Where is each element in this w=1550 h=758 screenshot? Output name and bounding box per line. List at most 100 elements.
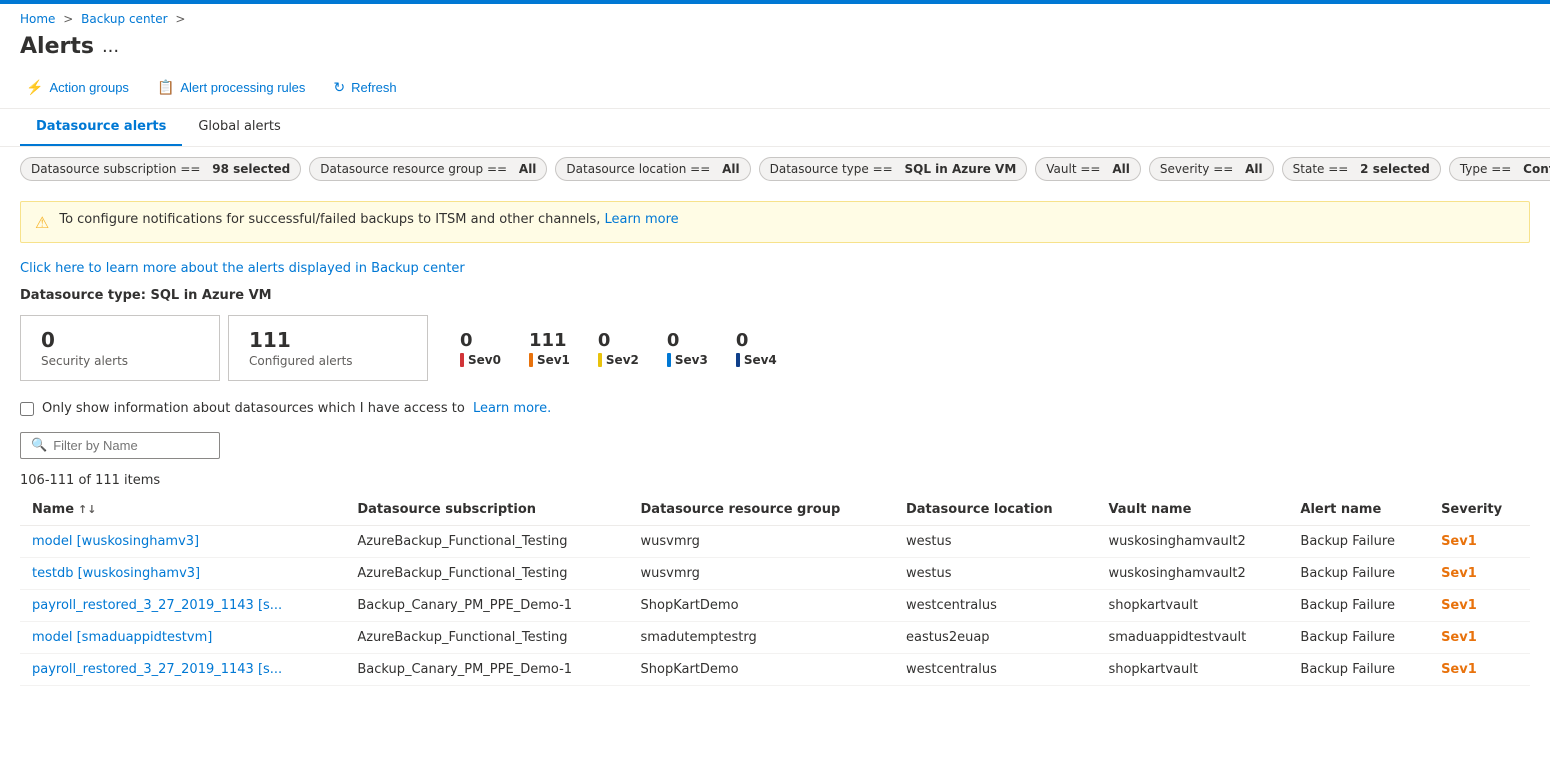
cell-subscription: AzureBackup_Functional_Testing xyxy=(345,558,628,590)
action-groups-icon: ⚡ xyxy=(26,79,43,96)
col-header-vaultName: Vault name xyxy=(1096,494,1288,526)
filter-chip[interactable]: Vault == All xyxy=(1035,157,1141,181)
alert-processing-icon: 📋 xyxy=(157,79,174,96)
sev-item-sev1: 111 Sev1 xyxy=(529,330,570,367)
cell-name[interactable]: model [smaduappidtestvm] xyxy=(20,622,345,654)
warning-text: To configure notifications for successfu… xyxy=(59,212,678,227)
col-header-location: Datasource location xyxy=(894,494,1096,526)
refresh-button[interactable]: ↻ Refresh xyxy=(327,75,402,100)
action-groups-button[interactable]: ⚡ Action groups xyxy=(20,75,135,100)
cell-subscription: AzureBackup_Functional_Testing xyxy=(345,526,628,558)
sev-bar-icon xyxy=(529,353,533,367)
cell-severity: Sev1 xyxy=(1429,654,1530,686)
configured-alerts-card: 111 Configured alerts xyxy=(228,315,428,381)
filter-input-wrapper[interactable]: 🔍 xyxy=(20,432,220,459)
cell-location: westus xyxy=(894,526,1096,558)
cell-subscription: Backup_Canary_PM_PPE_Demo-1 xyxy=(345,654,628,686)
cell-severity: Sev1 xyxy=(1429,622,1530,654)
cell-alert-name: Backup Failure xyxy=(1288,654,1429,686)
sev-metrics: 0 Sev0 111 Sev1 0 Sev2 0 Sev3 0 Sev4 xyxy=(428,315,777,381)
security-alerts-label: Security alerts xyxy=(41,354,199,368)
cell-subscription: AzureBackup_Functional_Testing xyxy=(345,622,628,654)
cell-vault-name: smaduappidtestvault xyxy=(1096,622,1288,654)
table-row[interactable]: testdb [wuskosinghamv3] AzureBackup_Func… xyxy=(20,558,1530,590)
search-icon: 🔍 xyxy=(31,438,47,453)
cell-name[interactable]: payroll_restored_3_27_2019_1143 [s... xyxy=(20,654,345,686)
items-count: 106-111 of 111 items xyxy=(0,467,1550,494)
cell-vault-name: wuskosinghamvault2 xyxy=(1096,558,1288,590)
alert-processing-rules-button[interactable]: 📋 Alert processing rules xyxy=(151,75,311,100)
sev-item-sev3: 0 Sev3 xyxy=(667,330,708,367)
warning-banner: ⚠ To configure notifications for success… xyxy=(20,201,1530,243)
breadcrumb: Home > Backup center > xyxy=(0,4,1550,30)
sort-icon[interactable]: ↑↓ xyxy=(78,503,96,516)
filter-chip[interactable]: Datasource resource group == All xyxy=(309,157,547,181)
filter-chip[interactable]: Severity == All xyxy=(1149,157,1274,181)
col-header-name[interactable]: Name↑↓ xyxy=(20,494,345,526)
cell-alert-name: Backup Failure xyxy=(1288,526,1429,558)
more-options-icon[interactable]: ... xyxy=(102,36,119,57)
filter-by-name-input[interactable] xyxy=(53,438,209,453)
alerts-table: Name↑↓Datasource subscriptionDatasource … xyxy=(20,494,1530,686)
datasource-type-label: Datasource type: SQL in Azure VM xyxy=(0,284,1550,311)
cell-resource-group: wusvmrg xyxy=(629,526,894,558)
sev-bar-icon xyxy=(667,353,671,367)
sev-bar-icon xyxy=(460,353,464,367)
cell-severity: Sev1 xyxy=(1429,558,1530,590)
cell-resource-group: ShopKartDemo xyxy=(629,590,894,622)
tab-datasource-alerts[interactable]: Datasource alerts xyxy=(20,109,182,146)
col-header-subscription: Datasource subscription xyxy=(345,494,628,526)
cell-location: eastus2euap xyxy=(894,622,1096,654)
filter-chip[interactable]: Type == Configu... xyxy=(1449,157,1550,181)
col-header-alertName: Alert name xyxy=(1288,494,1429,526)
filter-chip[interactable]: State == 2 selected xyxy=(1282,157,1441,181)
table-row[interactable]: payroll_restored_3_27_2019_1143 [s... Ba… xyxy=(20,654,1530,686)
table-container: Name↑↓Datasource subscriptionDatasource … xyxy=(0,494,1550,686)
cell-vault-name: shopkartvault xyxy=(1096,590,1288,622)
cell-name[interactable]: model [wuskosinghamv3] xyxy=(20,526,345,558)
table-row[interactable]: payroll_restored_3_27_2019_1143 [s... Ba… xyxy=(20,590,1530,622)
breadcrumb-backup-center[interactable]: Backup center xyxy=(81,12,167,26)
info-learn-more-link[interactable]: Click here to learn more about the alert… xyxy=(20,261,465,276)
filter-chip[interactable]: Datasource type == SQL in Azure VM xyxy=(759,157,1028,181)
cell-location: westcentralus xyxy=(894,654,1096,686)
tabs: Datasource alerts Global alerts xyxy=(0,109,1550,147)
sev-bar-icon xyxy=(736,353,740,367)
cell-alert-name: Backup Failure xyxy=(1288,590,1429,622)
refresh-icon: ↻ xyxy=(333,79,345,96)
warning-learn-more-link[interactable]: Learn more xyxy=(605,212,679,227)
toolbar: ⚡ Action groups 📋 Alert processing rules… xyxy=(0,67,1550,109)
tab-global-alerts[interactable]: Global alerts xyxy=(182,109,296,146)
cell-alert-name: Backup Failure xyxy=(1288,558,1429,590)
col-header-severity: Severity xyxy=(1429,494,1530,526)
col-header-resourceGroup: Datasource resource group xyxy=(629,494,894,526)
cell-name[interactable]: payroll_restored_3_27_2019_1143 [s... xyxy=(20,590,345,622)
table-header-row: Name↑↓Datasource subscriptionDatasource … xyxy=(20,494,1530,526)
access-checkbox[interactable] xyxy=(20,402,34,416)
sev-item-sev0: 0 Sev0 xyxy=(460,330,501,367)
cell-vault-name: shopkartvault xyxy=(1096,654,1288,686)
table-body: model [wuskosinghamv3] AzureBackup_Funct… xyxy=(20,526,1530,686)
checkbox-row: Only show information about datasources … xyxy=(0,393,1550,432)
security-alerts-card: 0 Security alerts xyxy=(20,315,220,381)
filter-chip[interactable]: Datasource subscription == 98 selected xyxy=(20,157,301,181)
cell-vault-name: wuskosinghamvault2 xyxy=(1096,526,1288,558)
page-header: Alerts ... xyxy=(0,30,1550,67)
breadcrumb-home[interactable]: Home xyxy=(20,12,55,26)
configured-alerts-label: Configured alerts xyxy=(249,354,407,368)
table-row[interactable]: model [wuskosinghamv3] AzureBackup_Funct… xyxy=(20,526,1530,558)
cell-severity: Sev1 xyxy=(1429,526,1530,558)
cell-subscription: Backup_Canary_PM_PPE_Demo-1 xyxy=(345,590,628,622)
cell-alert-name: Backup Failure xyxy=(1288,622,1429,654)
access-learn-more-link[interactable]: Learn more. xyxy=(473,401,551,416)
configured-alerts-num: 111 xyxy=(249,328,407,352)
sev-item-sev2: 0 Sev2 xyxy=(598,330,639,367)
cell-severity: Sev1 xyxy=(1429,590,1530,622)
cell-location: westus xyxy=(894,558,1096,590)
table-row[interactable]: model [smaduappidtestvm] AzureBackup_Fun… xyxy=(20,622,1530,654)
cell-name[interactable]: testdb [wuskosinghamv3] xyxy=(20,558,345,590)
cell-resource-group: ShopKartDemo xyxy=(629,654,894,686)
filter-chip[interactable]: Datasource location == All xyxy=(555,157,750,181)
sev-item-sev4: 0 Sev4 xyxy=(736,330,777,367)
filter-input-row: 🔍 xyxy=(0,432,1550,467)
